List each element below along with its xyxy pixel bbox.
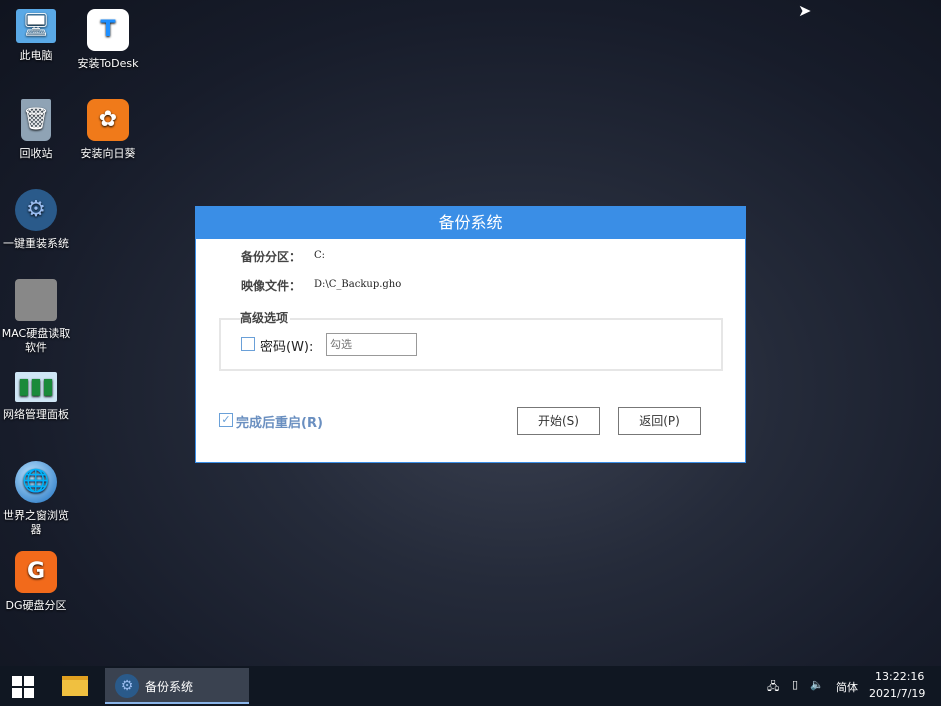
todesk-icon: T [87,9,129,51]
diskgenius-icon: G [15,551,57,593]
clock-date[interactable]: 2021/7/19 [869,687,925,700]
mouse-cursor-icon: ➤ [798,1,811,20]
desktop-icon-recycle-bin[interactable]: 🗑 回收站 [0,99,72,161]
sunflower-icon: ✿ [87,99,129,141]
icon-label: 一键重装系统 [3,237,69,250]
icon-label: DG硬盘分区 [6,599,67,612]
desktop-icon-todesk[interactable]: T 安装ToDesk [72,9,144,71]
file-explorer-icon[interactable] [62,676,88,696]
desktop-icon-sunflower[interactable]: ✿ 安装向日葵 [72,99,144,161]
network-panel-icon: ▮▮▮ [15,372,57,402]
icon-label: 世界之窗浏览器 [3,509,69,536]
start-button-windows-icon[interactable] [12,676,34,698]
mac-disk-icon [15,279,57,321]
backup-system-dialog: 备份系统 备份分区： C: 映像文件： D:\C_Backup.gho 高级选项… [195,206,746,463]
icon-label: 回收站 [20,147,53,160]
recycle-bin-icon: 🗑 [21,99,51,141]
volume-icon[interactable]: 🔈 [810,678,824,691]
restart-checkbox[interactable]: ✓ [219,413,233,427]
start-button[interactable]: 开始(S) [517,407,600,435]
password-label: 密码(W): [260,336,313,355]
clock-time[interactable]: 13:22:16 [875,670,924,683]
icon-label: 网络管理面板 [3,408,69,421]
browser-icon: 🌐 [15,461,57,503]
advanced-options-label: 高级选项 [240,309,290,326]
usb-icon[interactable]: ▯ [792,678,798,691]
icon-label: 此电脑 [20,49,53,62]
desktop-icon-mac-disk[interactable]: MAC硬盘读取软件 [0,279,72,355]
desktop-icon-network-panel[interactable]: ▮▮▮ 网络管理面板 [0,372,72,422]
reinstall-icon: ⚙ [15,189,57,231]
back-button[interactable]: 返回(P) [618,407,701,435]
password-checkbox[interactable] [241,337,255,351]
desktop-icon-browser[interactable]: 🌐 世界之窗浏览器 [0,461,72,537]
taskbar-app-label: 备份系统 [145,678,193,695]
taskbar: ⚙ 备份系统 🖧 ▯ 🔈 简体 13:22:16 2021/7/19 [0,666,941,706]
desktop-icon-this-pc[interactable]: 🖥 此电脑 [0,9,72,63]
icon-label: MAC硬盘读取软件 [2,327,71,354]
partition-label: 备份分区： [241,248,301,265]
image-file-value: D:\C_Backup.gho [314,279,401,290]
dialog-title: 备份系统 [196,207,745,239]
reinstall-icon: ⚙ [115,674,139,698]
icon-label: 安装ToDesk [78,57,139,70]
taskbar-app-backup-system[interactable]: ⚙ 备份系统 [105,668,249,704]
partition-value: C: [314,250,325,261]
restart-label[interactable]: 完成后重启(R) [236,412,323,431]
ime-indicator[interactable]: 简体 [836,679,858,695]
password-input[interactable] [326,333,417,356]
desktop-icon-diskgenius[interactable]: G DG硬盘分区 [0,551,72,613]
icon-label: 安装向日葵 [81,147,136,160]
network-icon[interactable]: 🖧 [767,678,779,697]
desktop-icon-reinstall[interactable]: ⚙ 一键重装系统 [0,189,72,251]
computer-icon: 🖥 [16,9,56,43]
image-file-label: 映像文件： [241,277,301,294]
